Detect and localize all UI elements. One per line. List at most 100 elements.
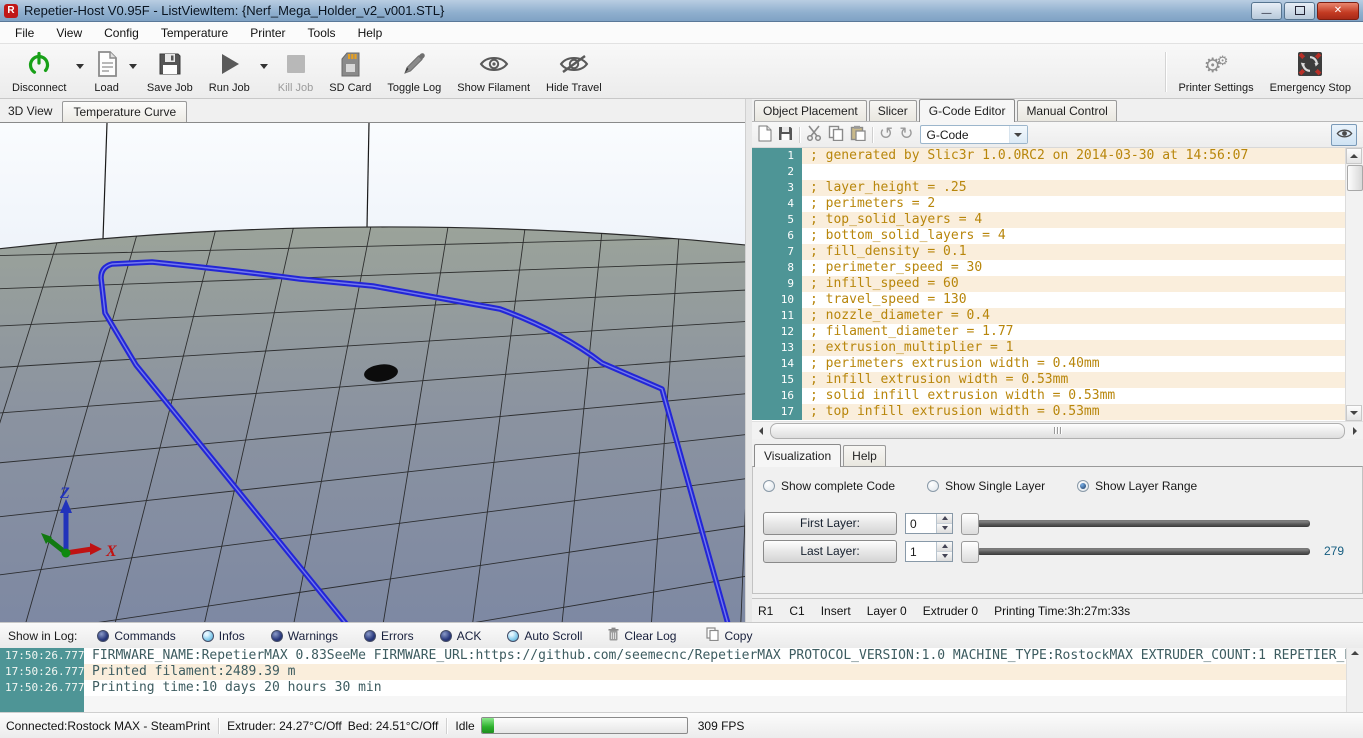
gcode-line[interactable]: 4; perimeters = 2 [752,196,1345,212]
scrollbar-thumb[interactable] [1347,165,1363,191]
gcode-line[interactable]: 1; generated by Slic3r 1.0.0RC2 on 2014-… [752,148,1345,164]
gcode-line[interactable]: 5; top_solid_layers = 4 [752,212,1345,228]
slider-thumb[interactable] [961,541,979,563]
scroll-left-icon[interactable] [752,423,769,439]
tab-temperature-curve[interactable]: Temperature Curve [62,101,187,122]
run-job-dropdown-arrow[interactable] [260,64,268,69]
new-file-icon[interactable] [758,125,772,145]
slider-thumb[interactable] [961,513,979,535]
spin-up-icon[interactable] [937,542,952,552]
spin-up-icon[interactable] [937,514,952,524]
tab-slicer[interactable]: Slicer [869,100,917,121]
toggle-warnings[interactable]: Warnings [271,629,338,643]
redo-icon[interactable]: ↻ [899,126,913,143]
menu-tools[interactable]: Tools [297,23,347,43]
spin-down-icon[interactable] [937,552,952,561]
save-file-icon[interactable] [778,126,793,144]
undo-icon[interactable]: ↺ [879,126,893,143]
scroll-up-icon[interactable] [1346,148,1362,164]
copy-icon[interactable] [828,125,844,144]
last-layer-spinner[interactable]: 1 [905,541,953,562]
editor-horizontal-scrollbar[interactable] [752,421,1363,439]
gcode-line[interactable]: 6; bottom_solid_layers = 4 [752,228,1345,244]
paste-icon[interactable] [850,125,866,144]
editor-preview-toggle[interactable] [1331,124,1357,146]
menu-file[interactable]: File [4,23,45,43]
gcode-type-select[interactable]: G-Code [920,125,1028,144]
panel-splitter[interactable] [745,99,752,622]
hide-travel-button[interactable]: Hide Travel [538,46,610,98]
last-layer-button[interactable]: Last Layer: [763,540,897,563]
gcode-line[interactable]: 14; perimeters extrusion width = 0.40mm [752,356,1345,372]
toggle-log-button[interactable]: Toggle Log [379,46,449,98]
gcode-line[interactable]: 11; nozzle_diameter = 0.4 [752,308,1345,324]
gcode-line[interactable]: 12; filament_diameter = 1.77 [752,324,1345,340]
gcode-line[interactable]: 10; travel_speed = 130 [752,292,1345,308]
menu-help[interactable]: Help [347,23,394,43]
gcode-line[interactable]: 13; extrusion_multiplier = 1 [752,340,1345,356]
tab-manual-control[interactable]: Manual Control [1017,100,1116,121]
menu-config[interactable]: Config [93,23,150,43]
gcode-line[interactable]: 7; fill_density = 0.1 [752,244,1345,260]
first-layer-value[interactable]: 0 [906,514,936,533]
emergency-stop-button[interactable]: Emergency Stop [1262,46,1359,98]
slider-track[interactable] [977,520,1310,527]
radio-show-complete-code[interactable]: Show complete Code [763,479,895,493]
scroll-up-icon[interactable] [1351,651,1359,655]
save-job-button[interactable]: Save Job [139,46,201,98]
gcode-line[interactable]: 3; layer_height = .25 [752,180,1345,196]
disconnect-button[interactable]: Disconnect [4,46,74,98]
gcode-line[interactable]: 15; infill extrusion width = 0.53mm [752,372,1345,388]
sd-card-button[interactable]: SD Card [321,46,379,98]
disconnect-dropdown-arrow[interactable] [76,64,84,69]
cut-icon[interactable] [806,125,822,144]
first-layer-button[interactable]: First Layer: [763,512,897,535]
menu-printer[interactable]: Printer [239,23,296,43]
slider-track[interactable] [977,548,1310,555]
toggle-commands[interactable]: Commands [97,629,175,643]
load-dropdown-arrow[interactable] [129,64,137,69]
close-button[interactable]: ✕ [1317,2,1359,20]
load-button[interactable]: Load [86,46,126,98]
scroll-right-icon[interactable] [1346,423,1363,439]
scrollbar-thumb[interactable] [770,423,1345,439]
menu-view[interactable]: View [45,23,93,43]
gcode-lines[interactable]: 1; generated by Slic3r 1.0.0RC2 on 2014-… [752,148,1345,421]
first-layer-slider[interactable] [961,512,1316,534]
toggle-infos[interactable]: Infos [202,629,245,643]
last-layer-slider[interactable] [961,540,1316,562]
clear-log-button[interactable]: Clear Log [608,627,676,644]
spin-down-icon[interactable] [937,524,952,533]
tab-visualization[interactable]: Visualization [754,444,841,467]
maximize-button[interactable] [1284,2,1315,20]
last-layer-value[interactable]: 1 [906,542,936,561]
editor-vertical-scrollbar[interactable] [1345,148,1363,421]
tab-gcode-editor[interactable]: G-Code Editor [919,99,1016,122]
toggle-errors[interactable]: Errors [364,629,414,643]
gcode-line[interactable]: 9; infill_speed = 60 [752,276,1345,292]
gcode-line[interactable]: 16; solid infill extrusion width = 0.53m… [752,388,1345,404]
minimize-button[interactable]: — [1251,2,1282,20]
gcode-editor[interactable]: 1; generated by Slic3r 1.0.0RC2 on 2014-… [752,148,1363,421]
gcode-line[interactable]: 17; top infill extrusion width = 0.53mm [752,404,1345,420]
printer-3d-viewport[interactable]: Z X [0,122,745,622]
app-icon[interactable]: R [4,4,18,18]
scroll-down-icon[interactable] [1346,405,1362,421]
tab-3d-view[interactable]: 3D View [8,101,62,122]
editor-toolbar: ↺ ↻ G-Code [752,122,1363,148]
radio-show-single-layer[interactable]: Show Single Layer [927,479,1045,493]
show-filament-button[interactable]: Show Filament [449,46,538,98]
run-job-button[interactable]: Run Job [201,46,258,98]
first-layer-spinner[interactable]: 0 [905,513,953,534]
gcode-line[interactable]: 8; perimeter_speed = 30 [752,260,1345,276]
radio-show-layer-range[interactable]: Show Layer Range [1077,479,1197,493]
tab-help[interactable]: Help [843,445,886,466]
gcode-line[interactable]: 2 [752,164,1345,180]
log-vertical-scrollbar[interactable] [1346,648,1363,712]
copy-log-button[interactable]: Copy [706,627,752,644]
menu-temperature[interactable]: Temperature [150,23,239,43]
toggle-ack[interactable]: ACK [440,629,482,643]
toggle-auto-scroll[interactable]: Auto Scroll [507,629,582,643]
tab-object-placement[interactable]: Object Placement [754,100,867,121]
printer-settings-button[interactable]: ⚙⚙ Printer Settings [1170,46,1261,98]
